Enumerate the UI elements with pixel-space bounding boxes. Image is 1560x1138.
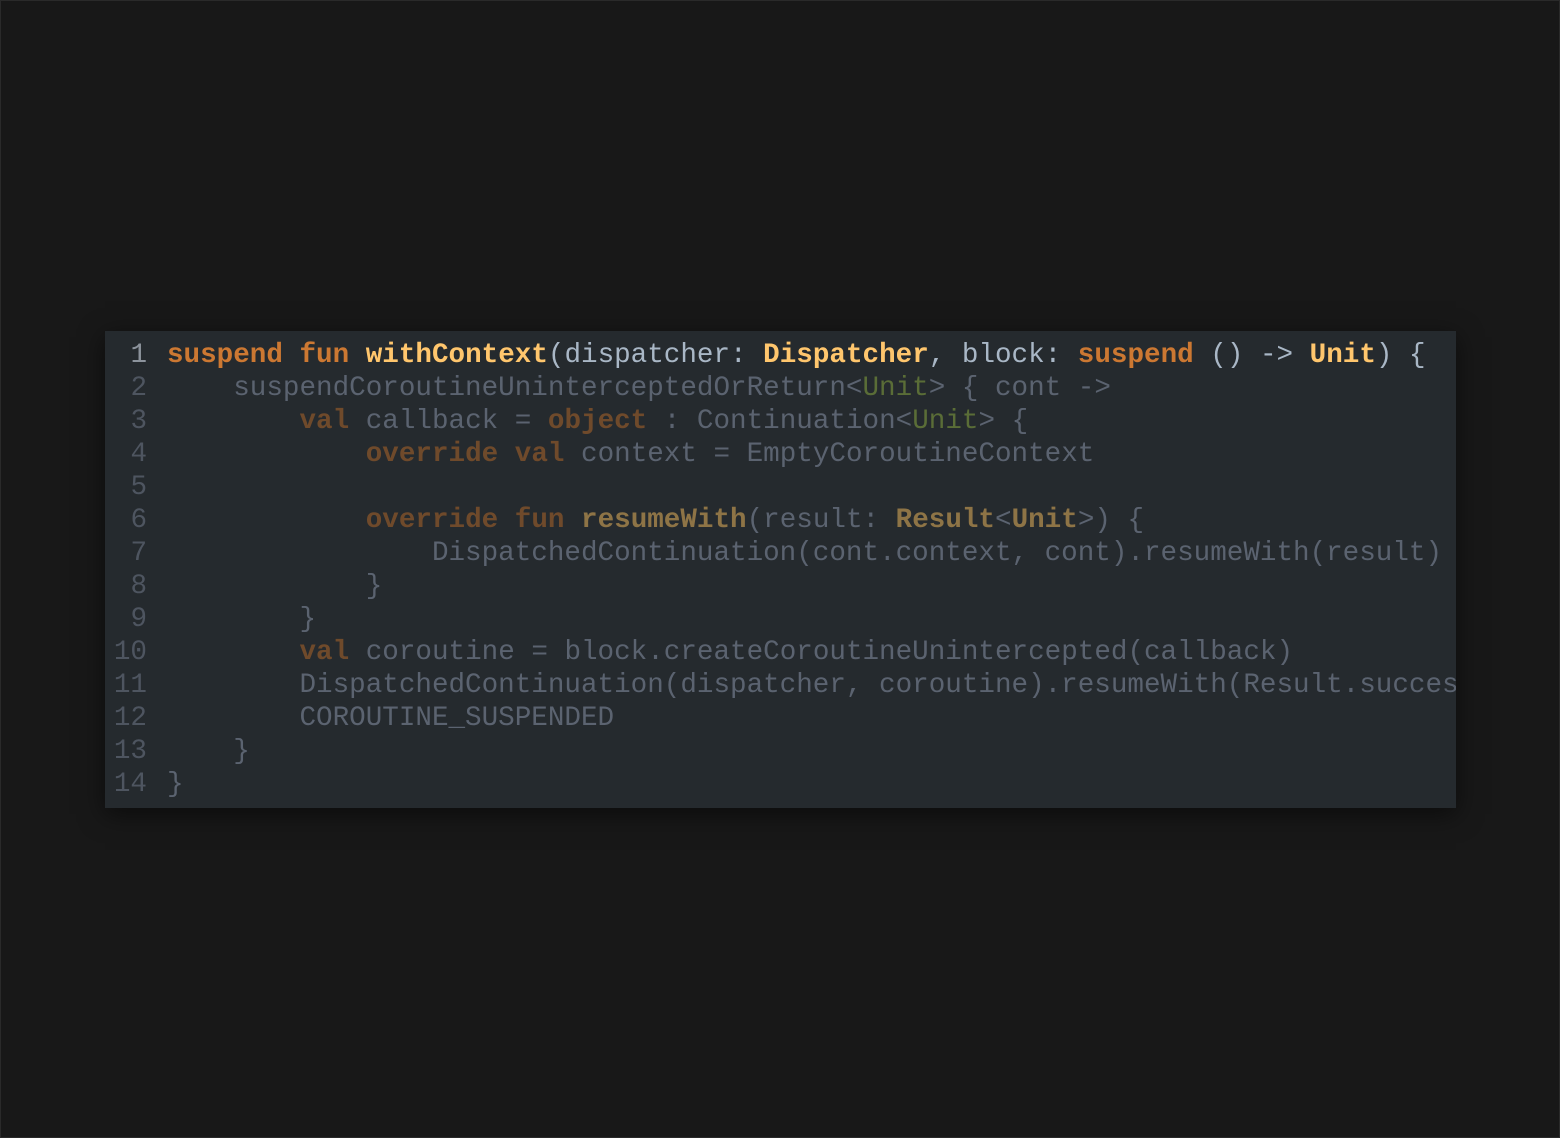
line-number: 6: [130, 505, 147, 536]
line-code: }: [167, 570, 1456, 603]
code-token: : Continuation<: [647, 406, 913, 437]
line-number: 14: [113, 769, 147, 800]
code-token: val: [299, 406, 350, 437]
code-token: , block:: [928, 340, 1078, 371]
code-line-4[interactable]: 4 override val context = EmptyCoroutineC…: [105, 438, 1456, 471]
code-token: coroutine = block.createCoroutineUninter…: [349, 637, 1294, 668]
code-token: () ->: [1193, 340, 1310, 371]
code-token: }: [167, 736, 250, 767]
code-token: > { cont ->: [928, 373, 1111, 404]
code-token: Unit: [912, 406, 979, 437]
line-code: }: [167, 768, 1456, 801]
code-token: Unit: [862, 373, 929, 404]
code-token: object: [547, 406, 648, 437]
line-code: }: [167, 603, 1456, 636]
code-token: fun: [299, 340, 350, 371]
code-line-7[interactable]: 7 DispatchedContinuation(cont.context, c…: [105, 537, 1456, 570]
code-token: override: [365, 505, 499, 536]
line-number: 5: [130, 472, 147, 503]
code-token: override: [365, 439, 499, 470]
code-line-2[interactable]: 2 suspendCoroutineUninterceptedOrReturn<…: [105, 372, 1456, 405]
line-code: COROUTINE_SUSPENDED: [167, 702, 1456, 735]
code-token: val: [514, 439, 565, 470]
code-token: ) {: [1375, 340, 1426, 371]
code-editor[interactable]: 1 suspend fun withContext(dispatcher: Dis…: [105, 331, 1456, 808]
code-token: resumeWith: [581, 505, 747, 536]
code-token: withContext: [365, 340, 548, 371]
line-code: val coroutine = block.createCoroutineUni…: [167, 636, 1456, 669]
line-number: 11: [113, 670, 147, 701]
code-token: Unit: [1309, 340, 1376, 371]
line-code: }: [167, 735, 1456, 768]
code-lines: 1 suspend fun withContext(dispatcher: Dis…: [105, 339, 1456, 801]
line-code: suspend fun withContext(dispatcher: Disp…: [167, 339, 1456, 372]
code-token: >) {: [1077, 505, 1145, 536]
code-token: DispatchedContinuation(cont.context, con…: [167, 538, 1443, 569]
code-line-11[interactable]: 11 DispatchedContinuation(dispatcher, co…: [105, 669, 1456, 702]
code-line-12[interactable]: 12 COROUTINE_SUSPENDED: [105, 702, 1456, 735]
code-token: }: [167, 571, 383, 602]
line-number: 13: [113, 736, 147, 767]
code-line-5[interactable]: 5: [105, 471, 1456, 504]
code-token: context = EmptyCoroutineContext: [564, 439, 1095, 470]
line-number: 12: [113, 703, 147, 734]
code-line-10[interactable]: 10 val coroutine = block.createCoroutine…: [105, 636, 1456, 669]
line-number: 7: [130, 538, 147, 569]
code-token: Dispatcher: [763, 340, 929, 371]
line-code: DispatchedContinuation(dispatcher, corou…: [167, 669, 1456, 702]
code-token: <: [995, 505, 1012, 536]
code-line-1[interactable]: 1 suspend fun withContext(dispatcher: Dis…: [105, 339, 1456, 372]
line-code: override fun resumeWith(result: Result<U…: [167, 504, 1456, 537]
code-line-3[interactable]: 3 val callback = object : Continuation<U…: [105, 405, 1456, 438]
code-line-9[interactable]: 9 }: [105, 603, 1456, 636]
code-line-14[interactable]: 14}: [105, 768, 1456, 801]
code-token: > {: [978, 406, 1029, 437]
code-token: Unit: [1011, 505, 1078, 536]
code-token: }: [167, 604, 317, 635]
code-token: suspend: [167, 340, 283, 371]
code-token: (dispatcher:: [547, 340, 764, 371]
line-number: 10: [113, 637, 147, 668]
code-token: fun: [514, 505, 565, 536]
line-code: suspendCoroutineUninterceptedOrReturn<Un…: [167, 372, 1456, 405]
line-number: 2: [130, 373, 147, 404]
line-number: 1: [130, 340, 147, 371]
line-number: 3: [130, 406, 147, 437]
code-token: suspendCoroutineUninterceptedOrReturn<: [167, 373, 863, 404]
line-code: DispatchedContinuation(cont.context, con…: [167, 537, 1456, 570]
line-number: 8: [130, 571, 147, 602]
code-token: callback =: [349, 406, 548, 437]
code-line-8[interactable]: 8 }: [105, 570, 1456, 603]
code-token: COROUTINE_SUSPENDED: [167, 703, 615, 734]
code-token: (result:: [746, 505, 896, 536]
code-token: val: [299, 637, 350, 668]
code-token: }: [167, 769, 184, 800]
code-token: DispatchedContinuation(dispatcher, corou…: [167, 670, 1456, 701]
line-code: override val context = EmptyCoroutineCon…: [167, 438, 1456, 471]
line-number: 4: [130, 439, 147, 470]
line-number: 9: [130, 604, 147, 635]
line-code: val callback = object : Continuation<Uni…: [167, 405, 1456, 438]
code-line-13[interactable]: 13 }: [105, 735, 1456, 768]
code-line-6[interactable]: 6 override fun resumeWith(result: Result…: [105, 504, 1456, 537]
code-token: suspend: [1077, 340, 1194, 371]
code-token: Result: [895, 505, 995, 536]
